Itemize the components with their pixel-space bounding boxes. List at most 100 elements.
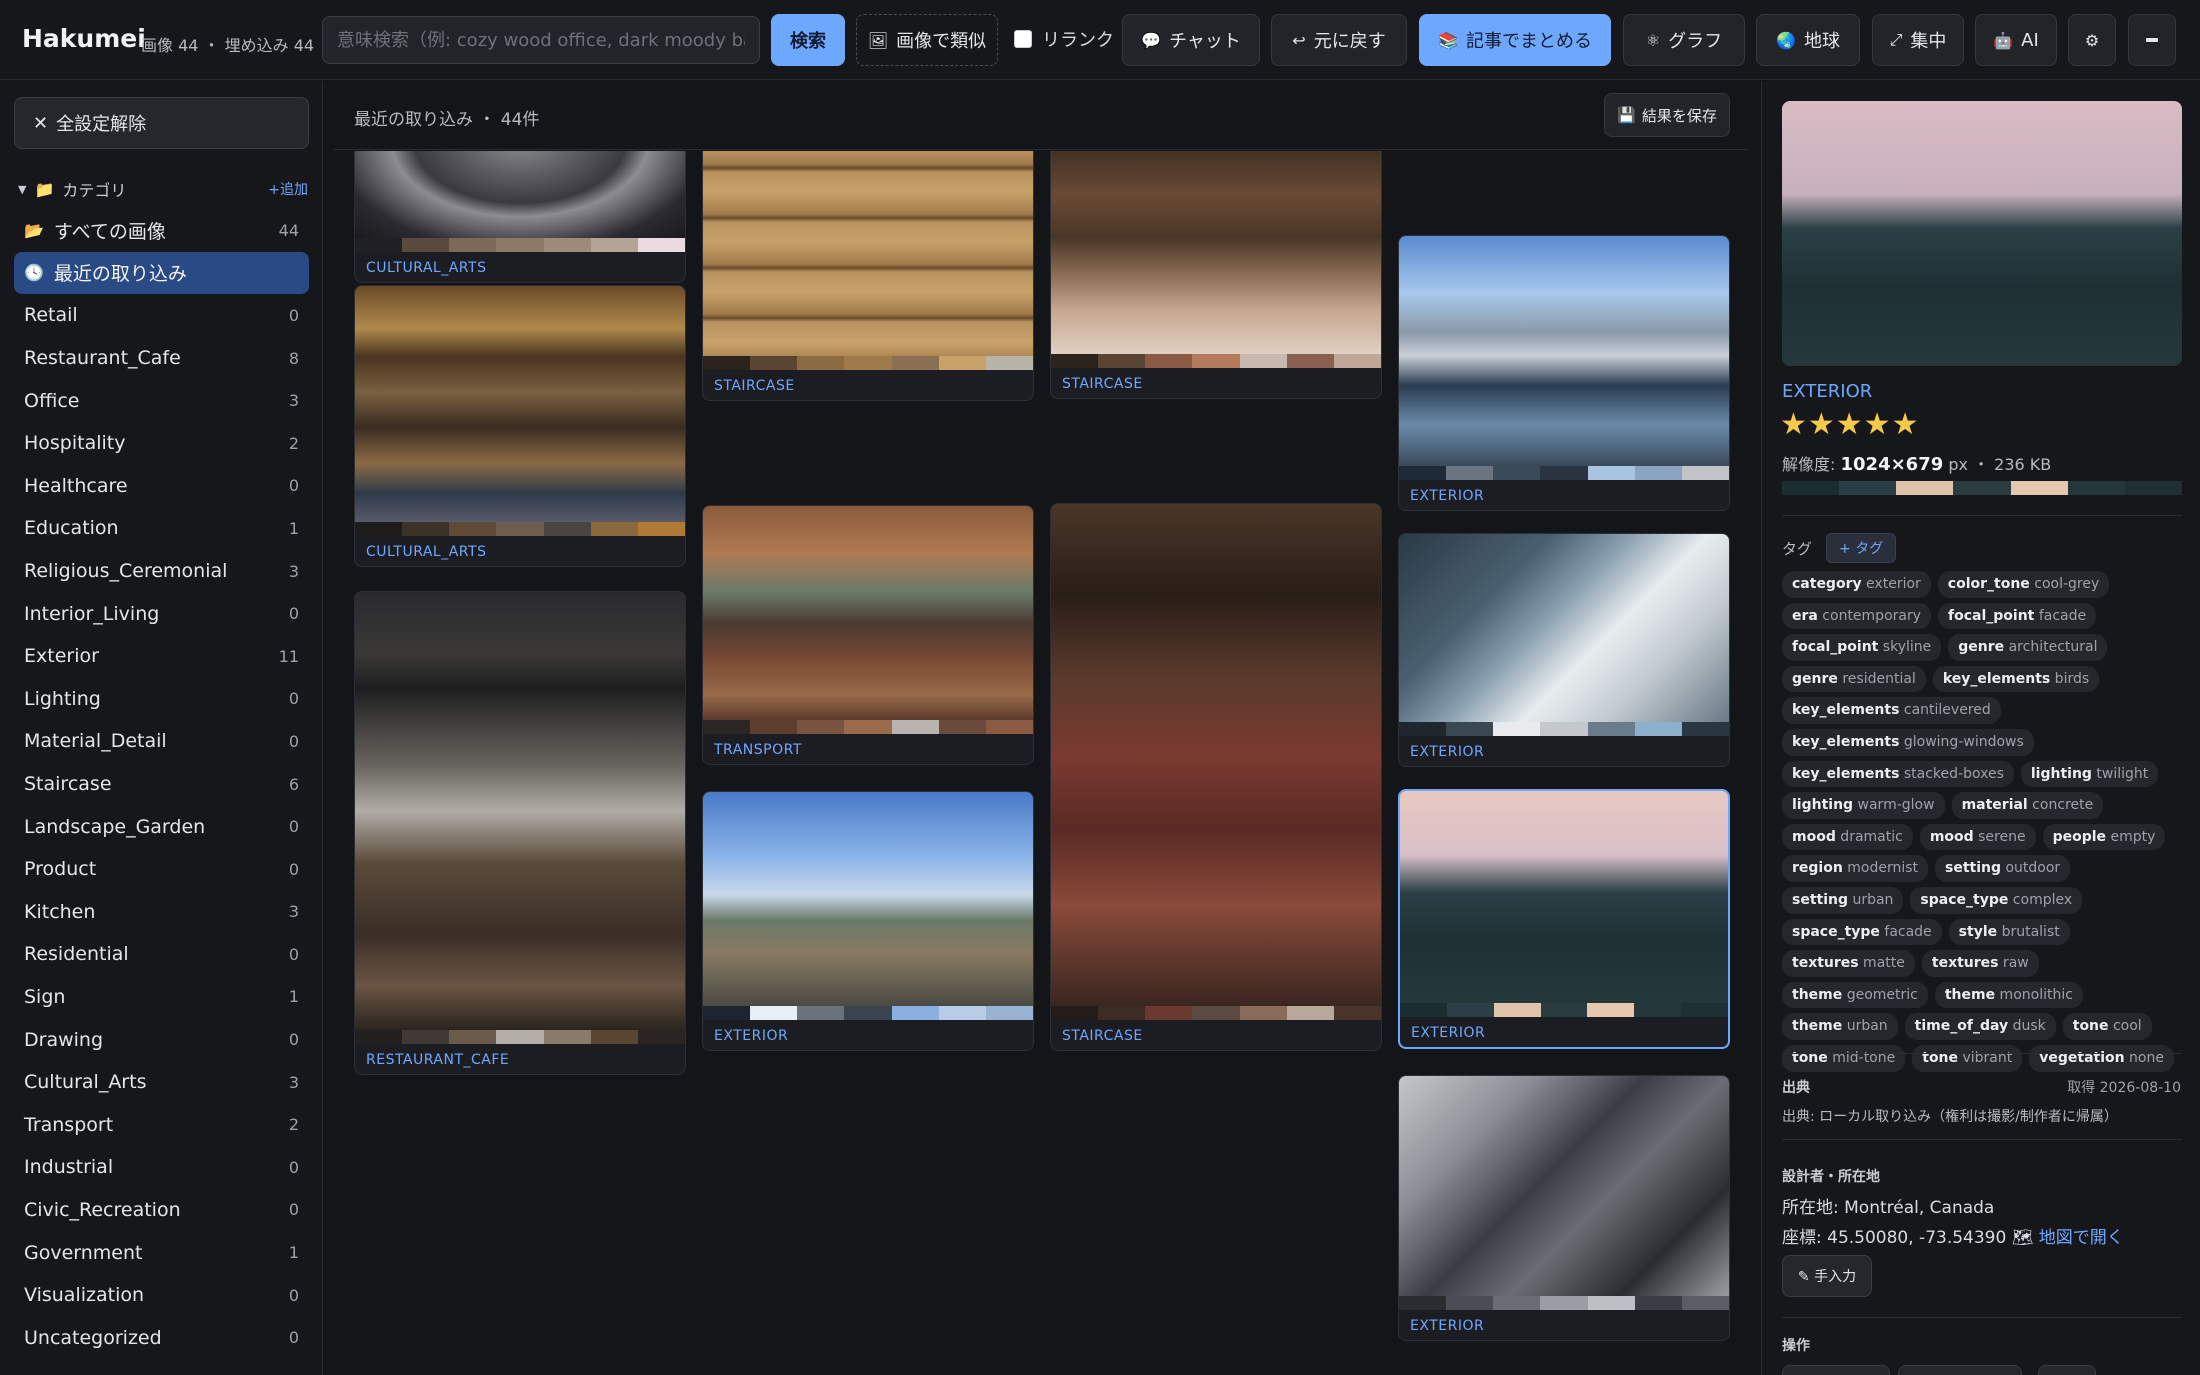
sidebar-item-exterior[interactable]: Exterior 11 [14,635,309,678]
tag-chip[interactable]: color_tone cool-grey [1937,571,2110,598]
clear-all-button[interactable]: ✕ 全設定解除 [14,97,309,149]
tag-chip[interactable]: space_type complex [1910,886,2083,914]
preview-image[interactable] [1782,101,2182,366]
tag-chip[interactable]: style brutalist [1948,918,2070,946]
rating-stars[interactable]: ★★★★★ [1780,407,1919,442]
tag-chip[interactable]: key_elements birds [1932,665,2100,693]
image-card[interactable]: STAIRCASE [1050,151,1382,399]
sidebar-item-sign[interactable]: Sign 1 [14,976,309,1019]
sidebar-item-interior-living[interactable]: Interior_Living 0 [14,592,309,635]
image-thumbnail[interactable] [703,506,1033,720]
tag-chip[interactable]: people empty [2042,823,2166,851]
sidebar-item-education[interactable]: Education 1 [14,507,309,550]
sidebar-item-transport[interactable]: Transport 2 [14,1103,309,1146]
graph-button[interactable]: ⚛ グラフ [1623,14,1745,66]
sidebar-item-religious-ceremonial[interactable]: Religious_Ceremonial 3 [14,550,309,593]
sidebar-item-civic-recreation[interactable]: Civic_Recreation 0 [14,1189,309,1232]
image-card[interactable]: CULTURAL_ARTS [354,285,686,567]
ai-button[interactable]: 🤖 AI [1975,14,2057,66]
minimize-button[interactable] [2128,14,2176,66]
tag-chip[interactable]: space_type facade [1782,918,1942,946]
tag-chip[interactable]: theme geometric [1782,981,1928,1009]
add-category-button[interactable]: +追加 [268,179,308,199]
tag-chip[interactable]: region modernist [1782,855,1929,882]
tag-chip[interactable]: focal_point skyline [1782,634,1942,661]
tag-chip[interactable]: key_elements stacked-boxes [1782,760,2014,788]
add-tag-button[interactable]: + タグ [1826,533,1897,563]
search-button[interactable]: 検索 [771,14,845,66]
image-card[interactable]: RESTAURANT_CAFE [354,591,686,1075]
image-thumbnail[interactable] [1399,236,1729,466]
sidebar-item-hospitality[interactable]: Hospitality 2 [14,422,309,465]
sidebar-item-restaurant-cafe[interactable]: Restaurant_Cafe 8 [14,337,309,380]
tag-chip[interactable]: textures raw [1921,950,2039,977]
tag-chip[interactable]: setting outdoor [1935,855,2071,882]
tag-chip[interactable]: lighting warm-glow [1782,792,1945,819]
sidebar-item-healthcare[interactable]: Healthcare 0 [14,465,309,508]
sidebar-item-staircase[interactable]: Staircase 6 [14,763,309,806]
sidebar-item-office[interactable]: Office 3 [14,379,309,422]
operation-button[interactable] [1898,1365,2022,1375]
tag-chip[interactable]: time_of_day dusk [1904,1013,2056,1040]
image-card[interactable]: EXTERIOR [1398,789,1730,1049]
sidebar-item-recent-imports[interactable]: 🕓 最近の取り込み [14,251,309,295]
rerank-checkbox[interactable] [1014,30,1032,48]
chat-button[interactable]: 💬 チャット [1122,14,1260,66]
open-map-link[interactable]: 地図で開く [2039,1228,2124,1248]
image-card[interactable]: EXTERIOR [1398,1075,1730,1341]
sidebar-item-drawing[interactable]: Drawing 0 [14,1018,309,1061]
sidebar-item-material-detail[interactable]: Material_Detail 0 [14,720,309,763]
tag-chip[interactable]: mood dramatic [1782,823,1913,851]
sidebar-item-visualization[interactable]: Visualization 0 [14,1274,309,1317]
tag-chip[interactable]: textures matte [1782,950,1915,977]
image-thumbnail[interactable] [355,592,685,1030]
image-thumbnail[interactable] [1399,1076,1729,1296]
tag-chip[interactable]: theme monolithic [1934,981,2083,1009]
image-thumbnail[interactable] [1400,791,1728,1003]
sidebar-item-kitchen[interactable]: Kitchen 3 [14,891,309,934]
tag-chip[interactable]: genre residential [1782,665,1926,693]
tag-chip[interactable]: material concrete [1951,792,2104,819]
collapse-caret-icon[interactable]: ▼ [18,183,26,196]
earth-button[interactable]: 🌏 地球 [1756,14,1860,66]
focus-button[interactable]: ⤢ 集中 [1872,14,1964,66]
tag-chip[interactable]: vegetation none [2029,1044,2174,1072]
image-thumbnail[interactable] [1051,151,1381,354]
tag-chip[interactable]: tone vibrant [1912,1044,2023,1072]
operation-button[interactable] [1782,1365,1890,1375]
sidebar-item-landscape-garden[interactable]: Landscape_Garden 0 [14,805,309,848]
tag-chip[interactable]: theme urban [1782,1013,1898,1040]
sidebar-item-retail[interactable]: Retail 0 [14,294,309,337]
image-thumbnail[interactable] [1051,504,1381,1006]
tag-chip[interactable]: mood serene [1919,823,2036,851]
article-summary-button[interactable]: 📚 記事でまとめる [1419,14,1611,66]
manual-input-button[interactable]: ✎ 手入力 [1782,1255,1872,1297]
image-thumbnail[interactable] [703,151,1033,356]
sidebar-item-all-images[interactable]: 📂 すべての画像 44 [14,209,309,252]
image-card[interactable]: STAIRCASE [702,151,1034,401]
tag-chip[interactable]: genre architectural [1948,634,2108,661]
rerank-toggle[interactable]: リランク [1014,26,1114,52]
sidebar-item-lighting[interactable]: Lighting 0 [14,678,309,721]
tag-chip[interactable]: tone mid-tone [1782,1044,1906,1072]
tag-chip[interactable]: focal_point facade [1938,602,2097,630]
image-card[interactable]: STAIRCASE [1050,503,1382,1051]
tag-chip[interactable]: tone cool [2062,1013,2152,1040]
tag-chip[interactable]: key_elements glowing-windows [1782,728,2034,756]
image-card[interactable]: EXTERIOR [702,791,1034,1051]
tag-chip[interactable]: key_elements cantilevered [1782,697,2001,724]
image-thumbnail[interactable] [1399,534,1729,722]
sidebar-item-residential[interactable]: Residential 0 [14,933,309,976]
tag-chip[interactable]: lighting twilight [2020,760,2159,788]
tag-chip[interactable]: era contemporary [1782,602,1932,630]
image-card[interactable]: CULTURAL_ARTS [354,151,686,283]
image-card[interactable]: EXTERIOR [1398,235,1730,511]
sidebar-item-product[interactable]: Product 0 [14,848,309,891]
sidebar-item-government[interactable]: Government 1 [14,1231,309,1274]
search-input[interactable] [322,16,760,64]
image-thumbnail[interactable] [355,286,685,522]
settings-button[interactable]: ⚙ [2068,14,2116,66]
sidebar-item-uncategorized[interactable]: Uncategorized 0 [14,1316,309,1359]
image-card[interactable]: TRANSPORT [702,505,1034,765]
tag-chip[interactable]: category exterior [1782,571,1931,598]
